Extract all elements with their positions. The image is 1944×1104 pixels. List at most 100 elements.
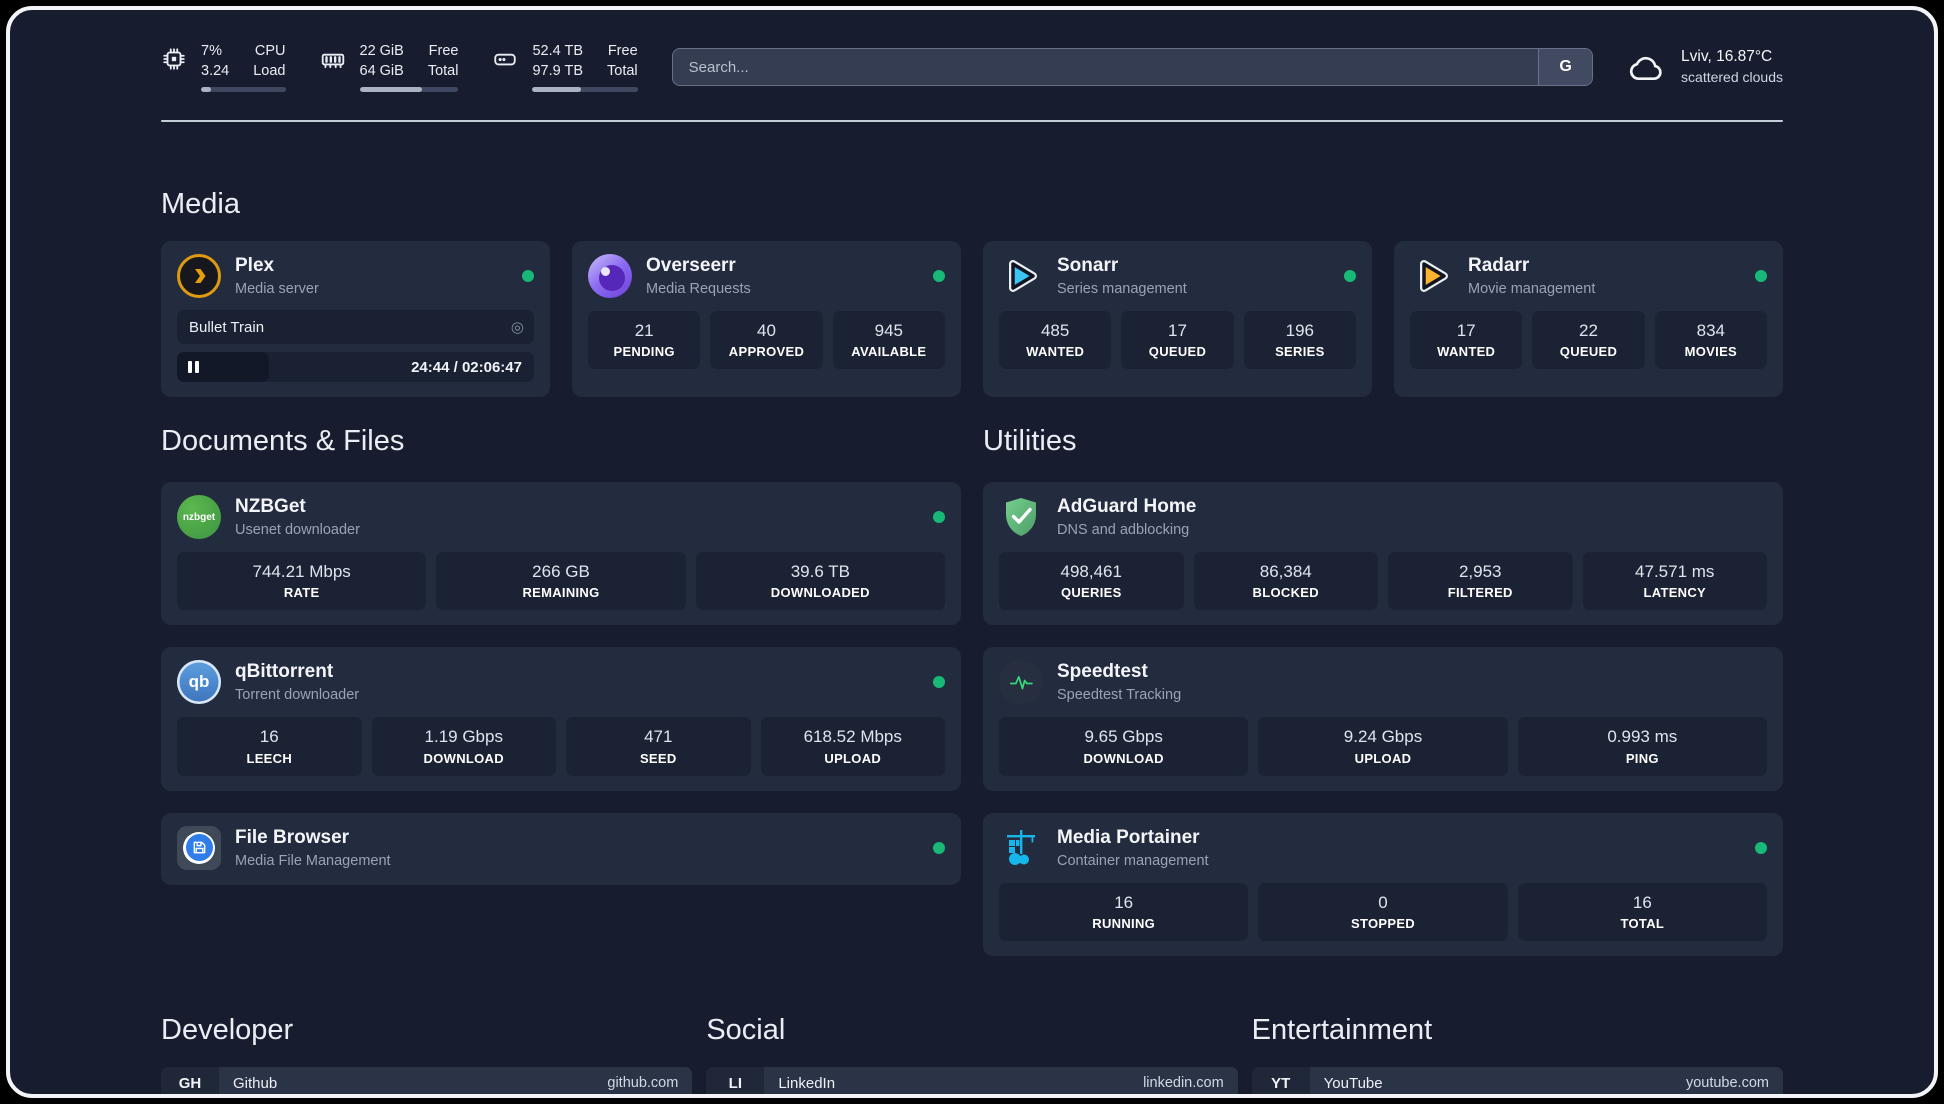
cpu-stat-widget: 7% 3.24 CPU Load [161, 42, 286, 93]
app-title: AdGuard Home [1057, 496, 1197, 518]
memory-icon [320, 46, 346, 72]
playback-progress-bar: 24:44 / 02:06:47 [177, 352, 534, 383]
app-title: Plex [235, 255, 275, 277]
app-subtitle: Media server [235, 281, 319, 298]
now-playing-options-icon[interactable]: ◎ [511, 320, 524, 335]
stat-upload: 9.24 Gbps UPLOAD [1258, 717, 1508, 776]
stat-movies: 834 MOVIES [1654, 311, 1767, 370]
cpu-labels: CPU Load [253, 43, 286, 79]
stat-wanted: 485 WANTED [999, 311, 1112, 370]
utilities-column: Utilities AdGuard Home DNS and adblockin… [983, 425, 1783, 956]
section-title-entertainment: Entertainment [1251, 1013, 1433, 1046]
stat-wanted: 17 WANTED [1410, 311, 1523, 370]
app-card-nzbget[interactable]: nzbget NZBGet Usenet downloader 744.21 M… [161, 482, 961, 626]
search-bar: G [671, 48, 1594, 87]
cpu-icon [161, 46, 187, 72]
speedtest-icon [999, 660, 1043, 705]
documents-column: Documents & Files nzbget NZBGet Usenet d… [161, 425, 961, 956]
qbittorrent-icon: qb [177, 660, 221, 705]
app-card-portainer[interactable]: Media Portainer Container management 16 … [983, 812, 1783, 956]
stat-filtered: 2,953 FILTERED [1388, 552, 1573, 611]
stat-running: 16 RUNNING [999, 882, 1249, 941]
bookmark-url: linkedin.com [1143, 1075, 1224, 1092]
bookmark-abbr: YT [1251, 1066, 1310, 1094]
filebrowser-icon [177, 825, 221, 870]
status-online-dot [1755, 270, 1767, 283]
stat-queued: 22 QUEUED [1532, 311, 1645, 370]
bookmark-abbr: LI [706, 1066, 765, 1094]
cpu-values: 7% 3.24 [201, 43, 230, 79]
search-engine-button[interactable]: G [1538, 49, 1593, 86]
app-title: qBittorrent [235, 661, 334, 683]
section-title-developer: Developer [161, 1013, 294, 1046]
top-bar: 7% 3.24 CPU Load 22 GiB 64 GiB Free Tota… [161, 10, 1783, 93]
disk-stat-widget: 52.4 TB 97.9 TB Free Total [492, 42, 638, 93]
status-online-dot [522, 270, 534, 283]
stat-available: 945 AVAILABLE [832, 311, 945, 370]
section-title-media: Media [161, 188, 240, 221]
app-subtitle: Series management [1057, 281, 1187, 298]
dashboard: 7% 3.24 CPU Load 22 GiB 64 GiB Free Tota… [6, 6, 1938, 1098]
now-playing-row: Bullet Train ◎ [177, 310, 534, 345]
stat-total: 16 TOTAL [1517, 882, 1767, 941]
app-subtitle: Container management [1057, 852, 1209, 869]
bookmark-url: youtube.com [1685, 1075, 1769, 1092]
status-online-dot [933, 676, 945, 689]
bookmark-group-social: Social LI LinkedIn linkedin.com TW Twitt… [706, 1014, 1238, 1094]
stat-ping: 0.993 ms PING [1517, 717, 1767, 776]
disk-values: 52.4 TB 97.9 TB [532, 43, 584, 79]
app-title: NZBGet [235, 496, 306, 518]
stat-downloaded: 39.6 TB DOWNLOADED [695, 552, 945, 611]
app-subtitle: DNS and adblocking [1057, 522, 1190, 539]
app-card-sonarr[interactable]: Sonarr Series management 485 WANTED 17 Q… [983, 241, 1372, 398]
app-subtitle: Movie management [1468, 281, 1596, 298]
now-playing-title: Bullet Train [189, 318, 265, 336]
overseerr-icon [588, 254, 632, 299]
weather-widget[interactable]: Lviv, 16.87°C scattered clouds [1627, 47, 1783, 87]
stat-seed: 471 SEED [566, 717, 751, 776]
stat-pending: 21 PENDING [588, 311, 701, 370]
app-card-plex[interactable]: Plex Media server Bullet Train ◎ 24:44 /… [161, 241, 550, 398]
bookmark-youtube[interactable]: YT YouTube youtube.com [1251, 1066, 1783, 1094]
adguard-icon [999, 495, 1043, 539]
bookmark-github[interactable]: GH Github github.com [161, 1066, 693, 1094]
app-title: Radarr [1468, 255, 1530, 277]
app-card-adguard[interactable]: AdGuard Home DNS and adblocking 498,461 … [983, 482, 1783, 626]
plex-icon [177, 254, 221, 299]
bookmark-linkedin[interactable]: LI LinkedIn linkedin.com [706, 1066, 1238, 1094]
stat-leech: 16 LEECH [177, 717, 362, 776]
stat-blocked: 86,384 BLOCKED [1193, 552, 1378, 611]
app-subtitle: Usenet downloader [235, 522, 360, 539]
app-card-qbittorrent[interactable]: qb qBittorrent Torrent downloader 16 LEE… [161, 647, 961, 791]
playback-time: 24:44 / 02:06:47 [411, 358, 522, 376]
app-title: Overseerr [646, 255, 736, 277]
app-card-radarr[interactable]: Radarr Movie management 17 WANTED 22 QUE… [1394, 241, 1783, 398]
memory-progress-bar [359, 87, 459, 93]
section-title-utilities: Utilities [983, 425, 1077, 458]
bookmark-name: Github [233, 1074, 278, 1092]
stat-remaining: 266 GB REMAINING [436, 552, 686, 611]
portainer-icon [999, 826, 1043, 870]
stat-rate: 744.21 Mbps RATE [177, 552, 427, 611]
app-title: Media Portainer [1057, 826, 1200, 848]
app-card-overseerr[interactable]: Overseerr Media Requests 21 PENDING 40 A… [572, 241, 961, 398]
app-subtitle: Media File Management [235, 852, 391, 869]
weather-location-temp: Lviv, 16.87°C [1681, 48, 1773, 66]
app-subtitle: Torrent downloader [235, 687, 360, 704]
stat-approved: 40 APPROVED [710, 311, 823, 370]
status-online-dot [933, 841, 945, 854]
search-input[interactable] [671, 48, 1594, 87]
cloud-icon [1627, 50, 1667, 84]
stat-latency: 47.571 ms LATENCY [1582, 552, 1767, 611]
stat-queued: 17 QUEUED [1121, 311, 1234, 370]
section-title-documents: Documents & Files [161, 425, 405, 458]
app-card-speedtest[interactable]: Speedtest Speedtest Tracking 9.65 Gbps D… [983, 647, 1783, 791]
bookmark-group-entertainment: Entertainment YT YouTube youtube.com NF … [1251, 1013, 1783, 1094]
bookmark-name: LinkedIn [778, 1074, 836, 1092]
bookmark-name: YouTube [1323, 1074, 1383, 1092]
stat-stopped: 0 STOPPED [1258, 882, 1508, 941]
disk-progress-bar [532, 87, 638, 93]
app-subtitle: Media Requests [646, 281, 751, 298]
app-subtitle: Speedtest Tracking [1057, 687, 1182, 704]
app-card-filebrowser[interactable]: File Browser Media File Management [161, 812, 961, 885]
